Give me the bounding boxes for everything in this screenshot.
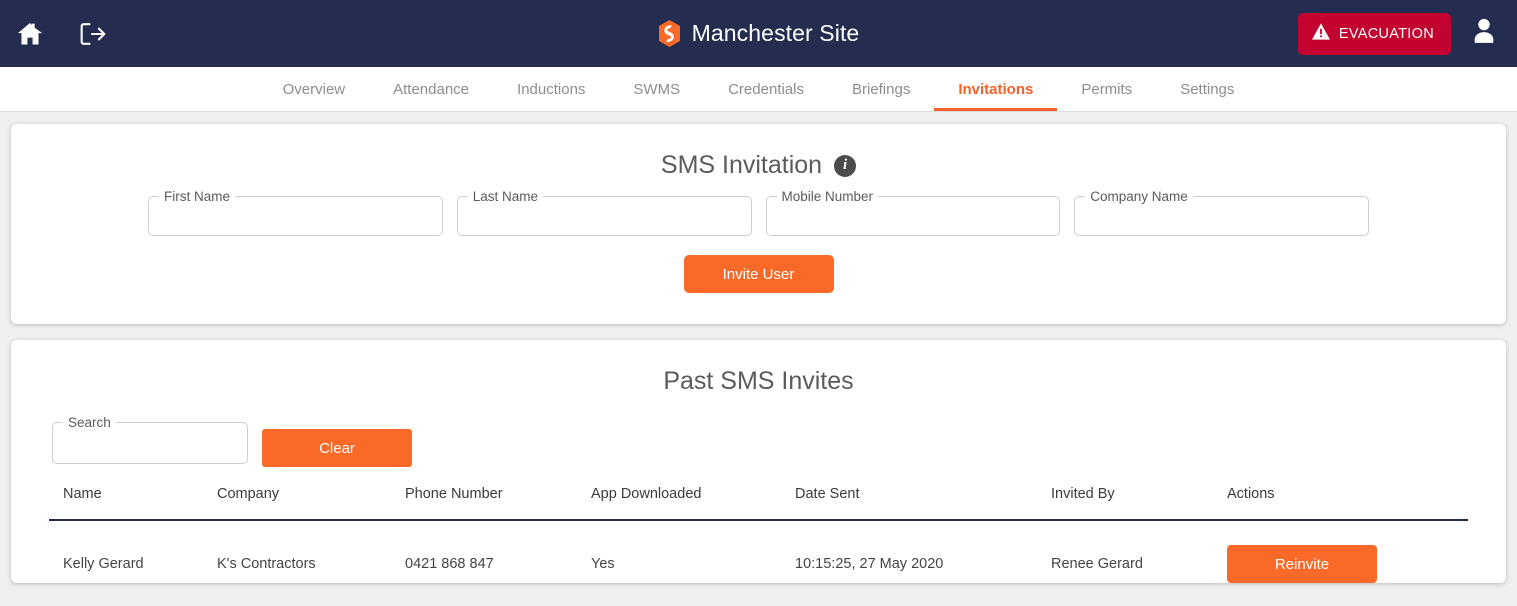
brand: Manchester Site: [0, 0, 1517, 67]
top-navbar: Manchester Site EVACUATION: [0, 0, 1517, 67]
invite-user-button[interactable]: Invite User: [683, 255, 834, 293]
column-header-app-downloaded[interactable]: App Downloaded: [591, 486, 795, 521]
search-input[interactable]: [53, 426, 247, 470]
cell-actions: Reinvite: [1227, 520, 1468, 583]
tab-label: Overview: [282, 80, 346, 98]
reinvite-button[interactable]: Reinvite: [1227, 545, 1377, 583]
user-avatar-icon: [1471, 17, 1497, 50]
column-header-actions[interactable]: Actions: [1227, 486, 1468, 521]
warning-triangle-icon: [1311, 23, 1330, 44]
past-sms-invites-card: Past SMS Invites Search Clear Name Compa…: [11, 340, 1506, 583]
section-title: Past SMS Invites: [663, 367, 854, 395]
account-button[interactable]: [1467, 16, 1501, 52]
table-body: Kelly Gerard K's Contractors 0421 868 84…: [49, 520, 1468, 583]
cell-phone-number: 0421 868 847: [405, 556, 494, 572]
tab-label: Permits: [1081, 80, 1133, 98]
home-icon: [15, 20, 45, 48]
search-row: Search Clear: [11, 396, 1506, 470]
tab-label: Invitations: [958, 80, 1034, 98]
cell-date-sent: 10:15:25, 27 May 2020: [795, 556, 944, 572]
clear-button[interactable]: Clear: [262, 429, 412, 467]
last-name-input[interactable]: [457, 199, 751, 241]
tab-label: SWMS: [633, 80, 681, 98]
cell-invited-by: Renee Gerard: [1051, 556, 1143, 572]
table-header-row: Name Company Phone Number App Downloaded…: [49, 486, 1468, 521]
page-title: SMS Invitation: [660, 151, 823, 179]
mobile-number-field[interactable]: Mobile Number: [765, 190, 1061, 241]
tab-swms[interactable]: SWMS: [609, 67, 704, 111]
invitation-form-fields: First Name Last Name Mobile Number Compa…: [11, 180, 1506, 241]
tab-label: Briefings: [851, 80, 911, 98]
sms-invitation-heading: SMS Invitation i: [11, 124, 1506, 180]
first-name-field[interactable]: First Name: [148, 190, 443, 241]
tab-credentials[interactable]: Credentials: [704, 67, 828, 111]
table-header: Name Company Phone Number App Downloaded…: [49, 486, 1468, 521]
navbar-left-actions: [10, 14, 112, 54]
section-tabs: Overview Attendance Inductions SWMS Cred…: [0, 67, 1517, 112]
column-header-phone-number[interactable]: Phone Number: [405, 486, 591, 521]
tab-label: Credentials: [728, 80, 804, 98]
tab-attendance[interactable]: Attendance: [369, 67, 493, 111]
page-content: SMS Invitation i First Name Last Name Mo…: [0, 112, 1517, 583]
mobile-number-input[interactable]: [766, 199, 1060, 241]
cell-name: Kelly Gerard: [63, 556, 144, 572]
company-name-input[interactable]: [1075, 199, 1368, 241]
home-button[interactable]: [10, 14, 50, 54]
logout-button[interactable]: [72, 14, 112, 54]
tab-settings[interactable]: Settings: [1156, 67, 1258, 111]
column-header-date-sent[interactable]: Date Sent: [795, 486, 1051, 521]
site-title: Manchester Site: [691, 20, 860, 46]
navbar-right-actions: EVACUATION: [1297, 12, 1505, 55]
evacuation-button[interactable]: EVACUATION: [1297, 12, 1451, 55]
past-invites-table: Name Company Phone Number App Downloaded…: [49, 486, 1468, 583]
first-name-input[interactable]: [149, 199, 442, 241]
column-header-company[interactable]: Company: [217, 486, 405, 521]
info-icon[interactable]: i: [834, 154, 857, 177]
search-field[interactable]: Search: [52, 416, 248, 470]
tab-invitations[interactable]: Invitations: [934, 67, 1058, 111]
sms-invitation-card: SMS Invitation i First Name Last Name Mo…: [11, 124, 1506, 324]
column-header-name[interactable]: Name: [49, 486, 217, 521]
invite-action-row: Invite User: [11, 236, 1506, 324]
last-name-field[interactable]: Last Name: [456, 190, 752, 241]
tab-inductions[interactable]: Inductions: [493, 67, 609, 111]
tab-briefings[interactable]: Briefings: [828, 67, 934, 111]
tab-permits[interactable]: Permits: [1057, 67, 1156, 111]
company-logo-icon: [658, 20, 681, 47]
tab-label: Attendance: [393, 80, 470, 98]
cell-app-downloaded: Yes: [591, 556, 615, 572]
tab-label: Settings: [1180, 80, 1235, 98]
cell-company: K's Contractors: [217, 556, 316, 572]
tab-overview[interactable]: Overview: [259, 67, 370, 111]
company-name-field[interactable]: Company Name: [1074, 190, 1369, 241]
tab-label: Inductions: [517, 80, 586, 98]
logout-icon: [76, 19, 108, 49]
column-header-invited-by[interactable]: Invited By: [1051, 486, 1227, 521]
evacuation-label: EVACUATION: [1338, 25, 1434, 42]
past-invites-heading: Past SMS Invites: [11, 340, 1506, 396]
table-row[interactable]: Kelly Gerard K's Contractors 0421 868 84…: [49, 520, 1468, 583]
